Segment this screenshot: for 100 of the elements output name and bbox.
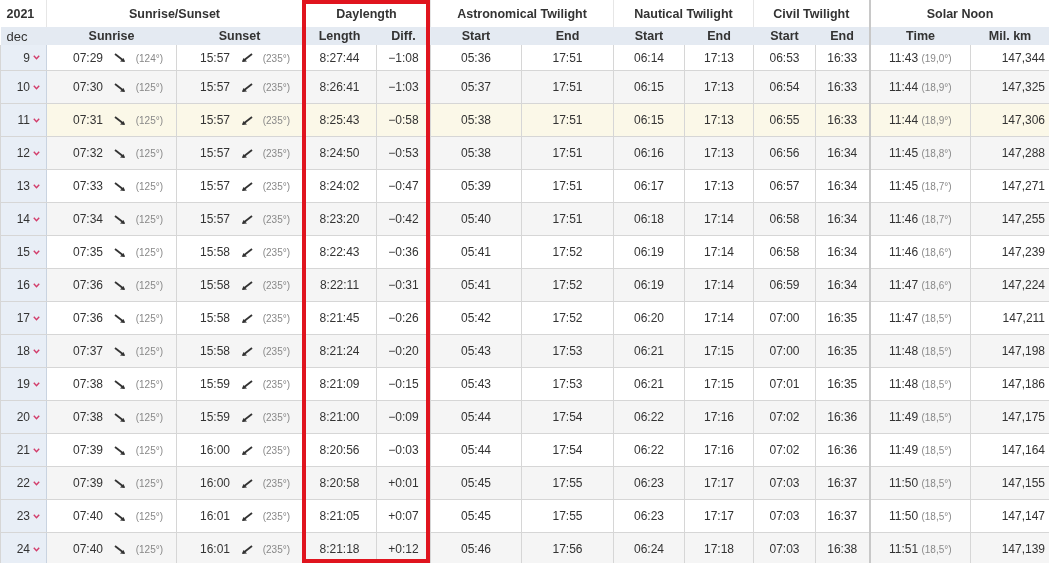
arrow-icon (114, 53, 127, 64)
day-number: 24 (16, 542, 30, 556)
caret-icon[interactable] (33, 117, 40, 123)
sunset-time: 16:00 (200, 476, 231, 490)
table-cell: 17:51 (521, 70, 614, 104)
table-cell: 06:14 (613, 45, 685, 71)
azimuth-text: (125°) (135, 214, 164, 225)
table-cell: 147,255 (970, 202, 1049, 236)
altitude-text: (18,6°) (921, 247, 952, 258)
caret-icon[interactable] (33, 282, 40, 288)
azimuth-text: (124°) (135, 52, 164, 64)
column-header[interactable]: Sunrise (46, 27, 177, 45)
table-cell: 06:19 (613, 268, 685, 302)
column-group-header: Civil Twilight (753, 0, 870, 27)
table-row[interactable]: 22 07:39 (125°) 16:00 (235°) 8:20:58 +0:01 05:45 17:55 06:23 17:17 07:03 16:37 11:50 (18,5°) 147,155 (0, 466, 1049, 500)
column-header[interactable]: Start (753, 27, 816, 45)
table-cell: 06:56 (753, 136, 816, 170)
table-row[interactable]: 10 07:30 (125°) 15:57 (235°) 8:26:41 −1:03 05:37 17:51 06:15 17:13 06:54 16:33 11:44 (18,9°) 147,325 (0, 70, 1049, 104)
caret-icon[interactable] (33, 546, 40, 552)
caret-icon[interactable] (33, 150, 40, 156)
column-header[interactable]: Start (430, 27, 522, 45)
table-row[interactable]: 24 07:40 (125°) 16:01 (235°) 8:21:18 +0:12 05:46 17:56 06:24 17:18 07:03 16:38 11:51 (18,5°) 147,139 (0, 532, 1049, 563)
caret-icon[interactable] (33, 381, 40, 387)
sunrise-time: 07:39 (73, 476, 104, 490)
arrow-icon (114, 346, 127, 357)
table-row[interactable]: 18 07:37 (125°) 15:58 (235°) 8:21:24 −0:20 05:43 17:53 06:21 17:15 07:00 16:35 11:48 (18,5°) 147,198 (0, 334, 1049, 368)
azimuth-text: (125°) (135, 412, 164, 423)
table-cell: 17:15 (684, 367, 754, 401)
column-group-header: Astronomical Twilight (430, 0, 614, 27)
table-row[interactable]: 16 07:36 (125°) 15:58 (235°) 8:22:11 −0:31 05:41 17:52 06:19 17:14 06:59 16:34 11:47 (18,6°) 147,224 (0, 268, 1049, 302)
table-cell: 17:13 (684, 70, 754, 104)
caret-icon[interactable] (33, 315, 40, 321)
altitude-text: (18,9°) (921, 115, 952, 126)
sunset-time: 15:58 (200, 344, 231, 358)
azimuth-text: (125°) (135, 82, 164, 93)
table-cell: 06:57 (753, 169, 816, 203)
table-cell: 06:54 (753, 70, 816, 104)
arrow-icon (241, 445, 254, 456)
noon-time: 11:47 (888, 278, 919, 292)
azimuth-text: (235°) (262, 280, 291, 291)
sunrise-time: 07:38 (73, 377, 104, 391)
table-cell: 17:51 (521, 136, 614, 170)
table-cell: 17:55 (521, 466, 614, 500)
caret-icon[interactable] (33, 513, 40, 519)
arrow-icon (241, 115, 254, 126)
table-cell: 07:03 (753, 532, 816, 563)
caret-icon[interactable] (33, 183, 40, 189)
table-cell: 05:37 (430, 70, 522, 104)
table-cell: 06:23 (613, 499, 685, 533)
day-number: 10 (16, 80, 30, 94)
arrow-icon (114, 181, 127, 192)
azimuth-text: (125°) (135, 544, 164, 555)
column-header[interactable]: End (684, 27, 754, 45)
column-header[interactable]: Sunset (176, 27, 303, 45)
azimuth-text: (235°) (262, 313, 291, 324)
table-cell: 17:51 (521, 169, 614, 203)
caret-icon[interactable] (33, 447, 40, 453)
table-row[interactable]: 20 07:38 (125°) 15:59 (235°) 8:21:00 −0:09 05:44 17:54 06:22 17:16 07:02 16:36 11:49 (18,5°) 147,175 (0, 400, 1049, 434)
column-header[interactable]: Mil. km (970, 27, 1049, 45)
table-cell: 16:38 (815, 532, 870, 563)
sunset-time: 15:57 (200, 80, 231, 94)
table-cell: 17:53 (521, 334, 614, 368)
caret-icon[interactable] (33, 414, 40, 420)
sunrise-time: 07:32 (73, 146, 104, 160)
altitude-text: (19,0°) (921, 52, 952, 64)
day-number: 23 (16, 509, 30, 523)
azimuth-text: (125°) (135, 346, 164, 357)
sunset-time: 15:58 (200, 245, 231, 259)
noon-time: 11:48 (888, 344, 919, 358)
table-cell: 06:58 (753, 235, 816, 269)
table-cell: 147,306 (970, 103, 1049, 137)
azimuth-text: (125°) (135, 115, 164, 126)
table-row[interactable]: 11 07:31 (125°) 15:57 (235°) 8:25:43 −0:58 05:38 17:51 06:15 17:13 06:55 16:33 11:44 (18,9°) 147,306 (0, 103, 1049, 137)
column-header[interactable]: Time (869, 27, 971, 45)
column-header[interactable]: Start (613, 27, 685, 45)
caret-icon[interactable] (33, 55, 40, 60)
sunrise-time: 07:34 (73, 212, 104, 226)
column-header[interactable]: End (521, 27, 614, 45)
caret-icon[interactable] (33, 84, 40, 90)
arrow-icon (114, 379, 127, 390)
table-cell: 07:00 (753, 301, 816, 335)
arrow-icon (241, 280, 254, 291)
column-header[interactable]: End (815, 27, 870, 45)
day-number: 14 (16, 212, 30, 226)
table-cell: 16:35 (815, 334, 870, 368)
arrow-icon (114, 445, 127, 456)
table-cell: 16:37 (815, 466, 870, 500)
arrow-icon (114, 82, 127, 93)
table-row[interactable]: 14 07:34 (125°) 15:57 (235°) 8:23:20 −0:42 05:40 17:51 06:18 17:14 06:58 16:34 11:46 (18,7°) 147,255 (0, 202, 1049, 236)
table-cell: 05:44 (430, 433, 522, 467)
table-row[interactable]: 12 07:32 (125°) 15:57 (235°) 8:24:50 −0:53 05:38 17:51 06:16 17:13 06:56 16:34 11:45 (18,8°) 147,288 (0, 136, 1049, 170)
day-number: 18 (16, 344, 30, 358)
table-cell: 17:56 (521, 532, 614, 563)
year-header: 2021 (0, 0, 47, 27)
table-cell: 07:03 (753, 499, 816, 533)
caret-icon[interactable] (33, 216, 40, 222)
caret-icon[interactable] (33, 249, 40, 255)
caret-icon[interactable] (33, 480, 40, 486)
caret-icon[interactable] (33, 348, 40, 354)
table-cell: 17:53 (521, 367, 614, 401)
